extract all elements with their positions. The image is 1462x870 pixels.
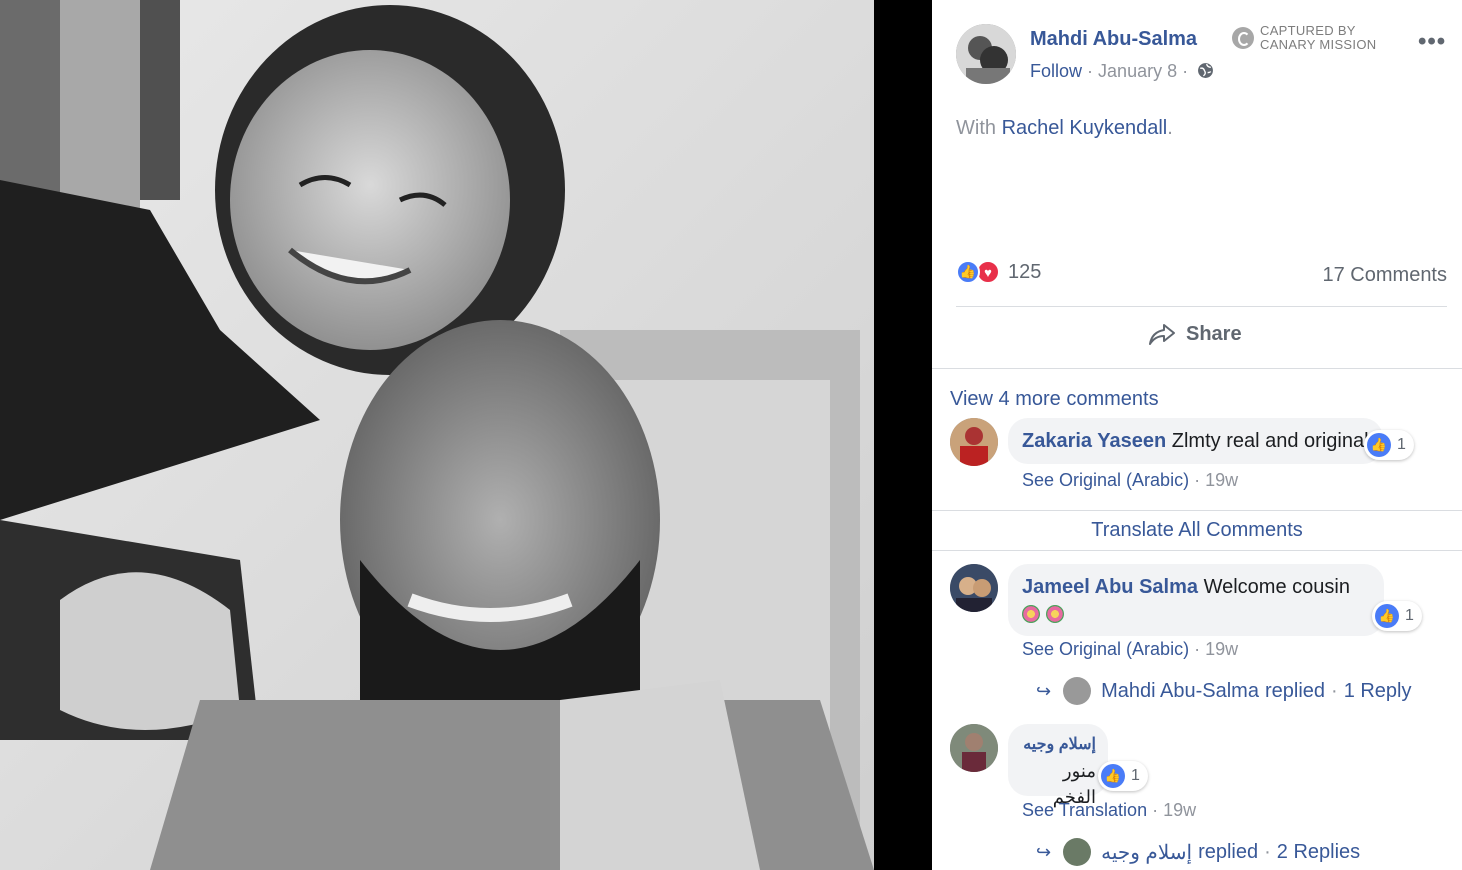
comment-time[interactable]: 19w [1205,470,1238,490]
comment-meta: See Original (Arabic) · 19w [1022,470,1239,490]
flower-emoji-icon [1022,605,1040,623]
like-reaction-icon: 👍 [956,260,980,284]
author-avatar[interactable] [956,24,1016,84]
photo-image [0,0,874,870]
reply-arrow-icon: ↪ [1036,680,1052,701]
view-more-comments-link[interactable]: View 4 more comments [950,388,1159,411]
replies-link[interactable]: ↪ إسلام وجيه replied · 2 Replies [1036,838,1360,866]
post-date[interactable]: January 8 [1098,61,1177,81]
translate-all-comments-link[interactable]: Translate All Comments [932,519,1462,542]
comment-like-badge[interactable]: 👍 1 [1098,761,1148,791]
flower-emoji-icon [1046,605,1064,623]
meta-separator: · [1087,61,1094,81]
replied-verb: replied [1264,679,1326,702]
commenter-name[interactable]: إسلام وجيه [1020,732,1096,758]
more-options-icon[interactable]: ••• [1418,28,1446,56]
replier-avatar [1063,838,1092,866]
commenter-avatar[interactable] [950,564,998,612]
see-original-link[interactable]: See Original (Arabic) [1022,639,1189,659]
globe-icon[interactable] [1197,62,1214,79]
see-translation-link[interactable]: See Translation [1022,800,1147,820]
captured-text: CAPTURED BY CANARY MISSION [1260,23,1377,52]
comment-like-count: 1 [1397,436,1406,453]
divider [932,550,1462,551]
like-icon: 👍 [1375,604,1399,628]
comment-bubble: إسلام وجيه منور الفخم [1008,724,1108,807]
commenter-name[interactable]: Zakaria Yaseen [1022,430,1166,452]
captured-badge: CAPTURED BY CANARY MISSION [1232,24,1376,52]
commenter-avatar[interactable] [950,418,998,466]
post-meta: Follow · January 8 · [1030,61,1214,82]
like-icon: 👍 [1101,764,1125,788]
share-icon [1149,324,1175,345]
replier-name[interactable]: Mahdi Abu-Salma [1101,680,1259,703]
reactions-summary[interactable]: 👍 ♥ 125 [956,260,1041,284]
with-prefix: With [956,117,996,139]
comment-bubble: Zakaria Yaseen Zlmty real and original [1008,418,1383,464]
commenter-name[interactable]: Jameel Abu Salma [1022,576,1198,598]
post-photo[interactable] [0,0,874,870]
see-original-link[interactable]: See Original (Arabic) [1022,470,1189,490]
comment-text: Zlmty real and original [1171,430,1369,452]
comment-bubble: Jameel Abu Salma Welcome cousin [1008,564,1384,636]
divider [932,510,1462,511]
comment-text: Welcome cousin [1203,576,1350,598]
like-icon: 👍 [1367,433,1391,457]
commenter-avatar[interactable] [950,724,998,772]
comment-meta: See Translation · 19w [1022,800,1197,820]
comments-count-link[interactable]: 17 Comments [1323,264,1448,287]
replied-verb: replied [1198,840,1259,863]
post-caption: With Rachel Kuykendall. [956,117,1173,140]
follow-link[interactable]: Follow [1030,61,1082,81]
reply-arrow-icon: ↪ [1036,841,1052,862]
caption-period: . [1167,117,1173,139]
meta-separator: · [1182,61,1189,81]
replier-name[interactable]: إسلام وجيه [1101,840,1192,865]
comment-time[interactable]: 19w [1205,639,1238,659]
comment-meta: See Original (Arabic) · 19w [1022,639,1239,659]
replier-avatar [1063,677,1092,705]
share-label: Share [1186,322,1242,345]
reply-count[interactable]: 1 Reply [1344,680,1412,703]
divider [932,368,1462,369]
tagged-person-link[interactable]: Rachel Kuykendall [1002,117,1168,139]
reaction-count: 125 [1008,260,1042,283]
comment-like-count: 1 [1405,607,1414,624]
comment-emoji-row [1022,602,1370,628]
comment-like-count: 1 [1131,767,1140,784]
post-sidebar: Mahdi Abu-Salma Follow · January 8 · CAP… [932,0,1462,870]
reply-count[interactable]: 2 Replies [1277,841,1360,864]
comment-like-badge[interactable]: 👍 1 [1364,430,1414,460]
comment-like-badge[interactable]: 👍 1 [1372,601,1422,631]
divider [956,306,1447,307]
replies-link[interactable]: ↪ Mahdi Abu-Salma replied · 1 Reply [1036,677,1412,705]
photo-viewer-gutter [874,0,932,870]
canary-logo-icon [1232,27,1254,49]
post-author-name[interactable]: Mahdi Abu-Salma [1030,28,1197,51]
comment-time[interactable]: 19w [1163,800,1196,820]
share-button[interactable]: Share [1148,322,1242,346]
